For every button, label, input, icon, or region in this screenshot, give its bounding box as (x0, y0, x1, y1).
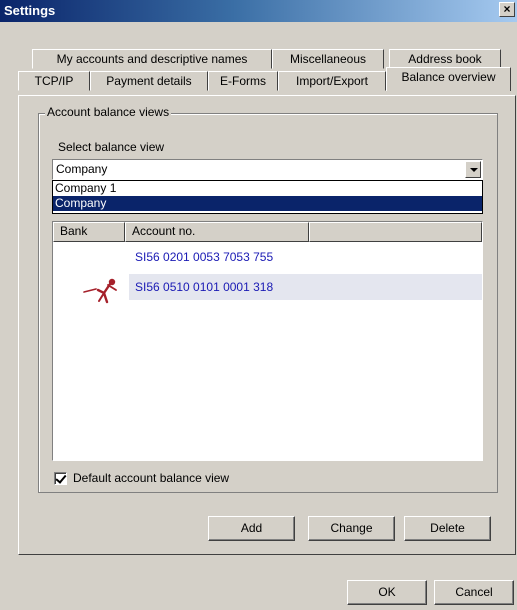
accounts-list[interactable]: Bank Account no. SI56 0201 0053 7053 755… (52, 221, 483, 461)
column-header-account-no[interactable]: Account no. (125, 222, 309, 242)
tab-tcp-ip[interactable]: TCP/IP (18, 71, 90, 91)
group-legend: Account balance views (45, 105, 172, 119)
balance-view-select[interactable]: Company (52, 159, 483, 180)
tab-e-forms[interactable]: E-Forms (208, 71, 278, 91)
tab-miscellaneous[interactable]: Miscellaneous (272, 49, 384, 69)
default-view-label: Default account balance view (73, 471, 230, 485)
dropdown-option[interactable]: Company 1 (53, 181, 482, 196)
balance-view-dropdown[interactable]: Company 1 Company (52, 180, 483, 214)
tab-payment-details[interactable]: Payment details (90, 71, 208, 91)
tab-address-book[interactable]: Address book (389, 49, 501, 69)
default-view-checkbox[interactable] (54, 472, 67, 485)
tab-import-export[interactable]: Import/Export (278, 71, 386, 91)
close-icon[interactable]: × (499, 2, 515, 17)
account-number: SI56 0201 0053 7053 755 (135, 250, 274, 264)
column-header-empty[interactable] (309, 222, 482, 242)
table-row[interactable]: SI56 0201 0053 7053 755 (53, 244, 482, 270)
select-view-label: Select balance view (58, 140, 165, 154)
add-button[interactable]: Add (208, 516, 295, 541)
ok-button[interactable]: OK (347, 580, 427, 605)
delete-button[interactable]: Delete (404, 516, 491, 541)
title-bar: Settings × (0, 0, 517, 22)
chevron-down-icon[interactable] (465, 161, 481, 178)
dropdown-option-selected[interactable]: Company (53, 196, 482, 211)
selected-view-value: Company (56, 162, 108, 176)
tab-my-accounts[interactable]: My accounts and descriptive names (32, 49, 272, 69)
tab-balance-overview[interactable]: Balance overview (386, 67, 511, 91)
window-title: Settings (4, 3, 56, 18)
bank-logo-icon (83, 278, 117, 304)
cancel-button[interactable]: Cancel (434, 580, 514, 605)
column-header-bank[interactable]: Bank (53, 222, 125, 242)
change-button[interactable]: Change (308, 516, 395, 541)
